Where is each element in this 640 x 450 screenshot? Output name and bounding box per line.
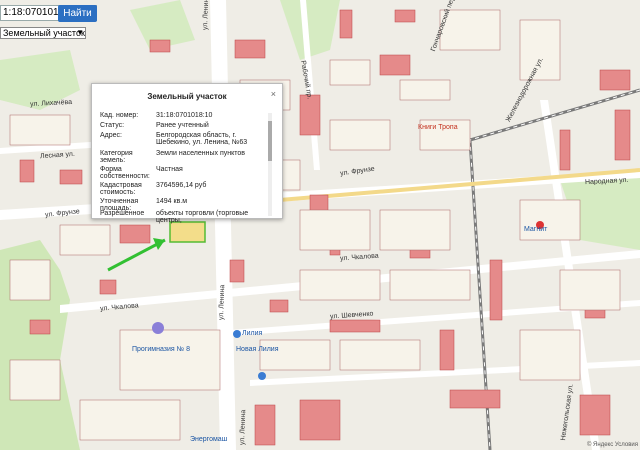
map-copyright: © Яндекс Условия — [586, 442, 638, 448]
popup-key: Адрес: — [100, 132, 122, 139]
popup-scroll-thumb[interactable] — [268, 121, 272, 161]
popup-value: 1494 кв.м — [156, 198, 188, 205]
popup-key: Кад. номер: — [100, 112, 139, 119]
poi-label: Магнит — [524, 226, 548, 233]
popup-key: Разрешенное — [100, 210, 145, 217]
chevron-down-icon: ▼ — [76, 28, 84, 37]
poi-label: Лилия — [242, 330, 263, 337]
popup-value: Ранее учтенный — [156, 122, 209, 129]
popup-value: 3764596,14 руб — [156, 182, 207, 189]
poi-label: Книги Тропа — [418, 124, 458, 131]
street-label: ул. Ленина — [202, 0, 211, 31]
street-label: ул. Ленина — [218, 284, 227, 321]
layer-select[interactable]: Земельный участок ▼ — [0, 27, 86, 39]
popup-key: Кадастровая стоимость: — [100, 182, 142, 196]
popup-value: 31:18:0701018:10 — [156, 112, 213, 119]
popup-key: Статус: — [100, 122, 125, 129]
popup-value: Частная — [156, 166, 183, 173]
popup-value: Белгородская область, г. Шебекино, ул. Л… — [156, 132, 248, 146]
street-label: ул. Ленина — [239, 409, 248, 446]
popup-key: Категория земель: — [100, 150, 133, 164]
close-icon[interactable]: × — [271, 89, 276, 99]
poi-label: Энергомаш — [190, 436, 228, 443]
poi-label: Прогимназия № 8 — [132, 346, 190, 353]
popup-scrollbar[interactable] — [268, 113, 272, 216]
find-button[interactable]: Найти — [58, 5, 97, 22]
poi-label: Новая Лилия — [236, 346, 279, 353]
cadastral-map[interactable] — [0, 0, 640, 450]
popup-key: Форма собственности: — [100, 166, 150, 180]
parcel-info-popup: Земельный участок × Кад. номер: 31:18:070… — [91, 83, 283, 224]
layer-select-value: Земельный участок — [3, 28, 85, 38]
popup-value: объекты торговли (торговые центры, — [156, 210, 249, 224]
popup-value: Земли населенных пунктов — [156, 150, 246, 157]
popup-title: Земельный участок — [147, 92, 227, 101]
